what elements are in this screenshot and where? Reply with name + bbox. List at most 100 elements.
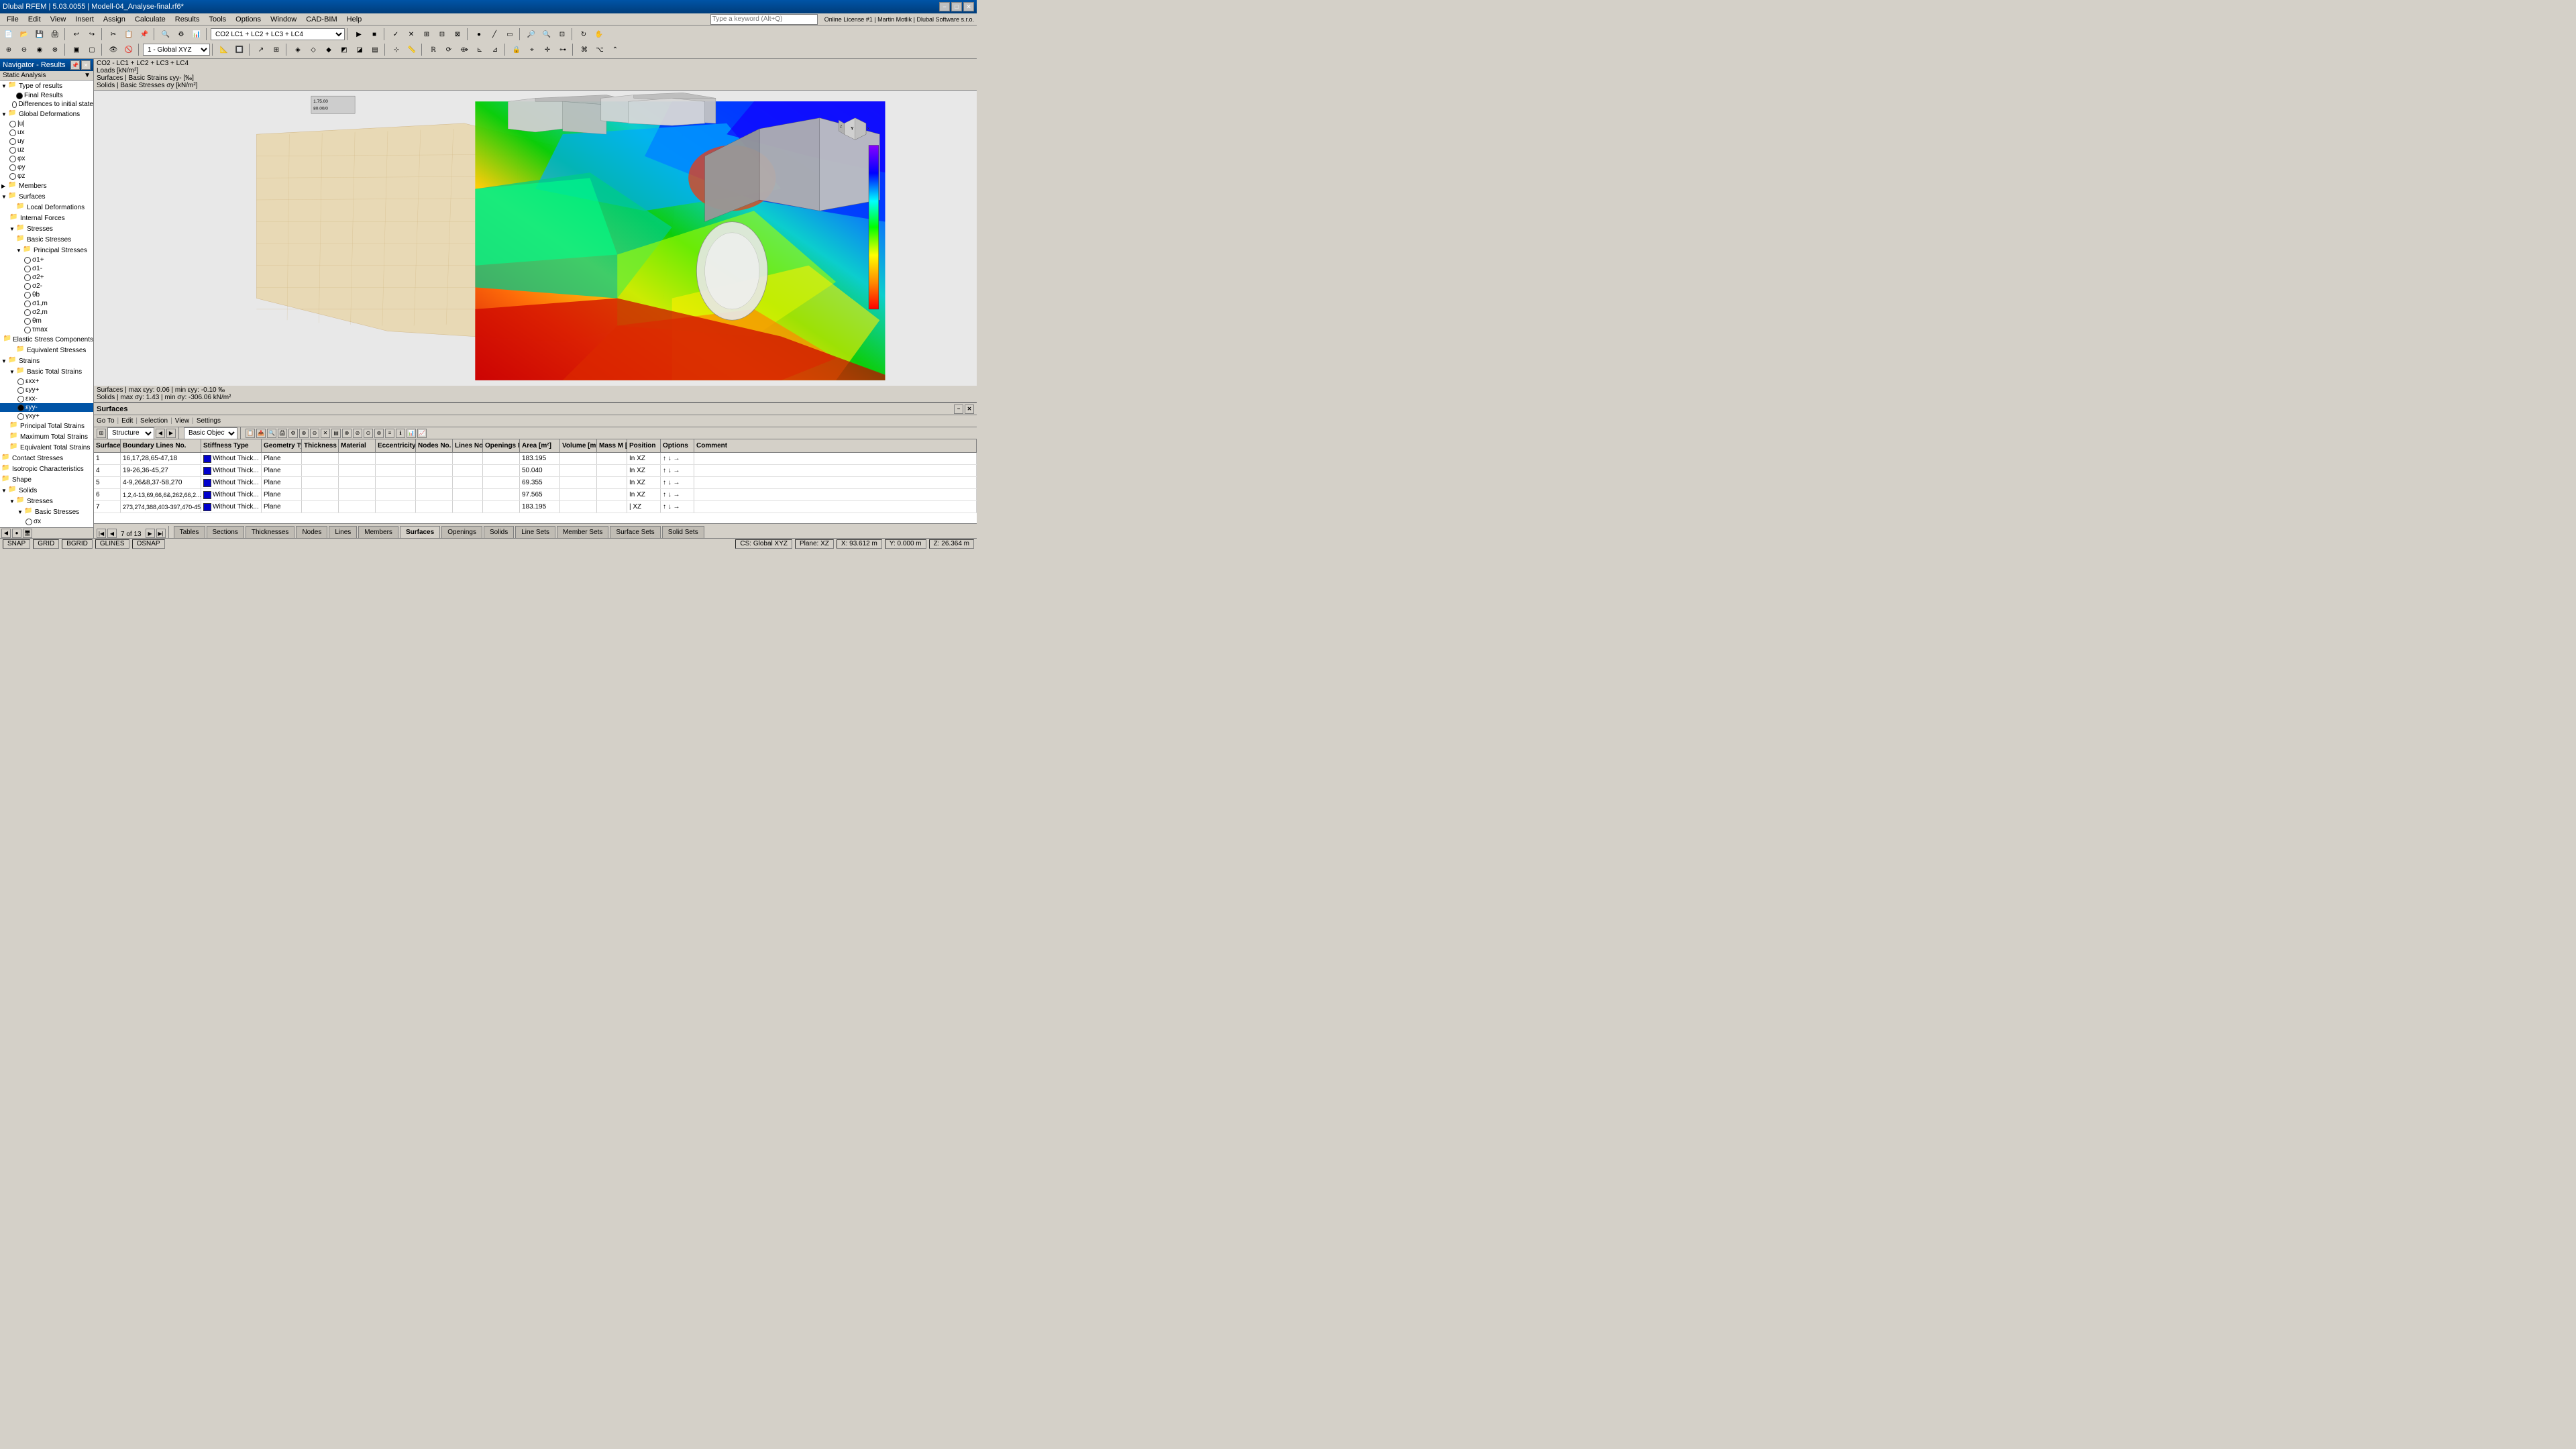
tb2-xyz-snap6[interactable]: ⌃ xyxy=(608,43,623,56)
results-tb-more10[interactable]: ℹ xyxy=(396,429,405,438)
keyword-search-input[interactable] xyxy=(710,14,818,25)
results-tb-more9[interactable]: ≡ xyxy=(385,429,394,438)
selection-label[interactable]: Selection xyxy=(140,417,168,425)
tb2-xyz-snap2[interactable]: ✛ xyxy=(540,43,555,56)
tab-line-sets[interactable]: Line Sets xyxy=(515,526,555,538)
results-tb-more4[interactable]: ▤ xyxy=(331,429,341,438)
tree-type-of-results[interactable]: ▼ 📁 Type of results xyxy=(0,80,93,91)
tb2-xyz-snap4[interactable]: ⌘ xyxy=(577,43,592,56)
tb-x[interactable]: ✕ xyxy=(404,28,419,41)
tb-stop[interactable]: ■ xyxy=(367,28,382,41)
status-osnap[interactable]: OSNAP xyxy=(132,539,165,549)
results-tb-nav-prev[interactable]: ◀ xyxy=(156,429,165,438)
tb2-btn4[interactable]: ⊗ xyxy=(48,43,62,56)
table-row[interactable]: 6 1,2,4-13,69,66,6&,262,66,2... Without … xyxy=(94,489,977,501)
tb2-result1[interactable]: ◈ xyxy=(290,43,305,56)
col-stiffness-type[interactable]: Stiffness Type xyxy=(201,439,262,452)
tree-isotropic[interactable]: 📁 Isotropic Characteristics xyxy=(0,464,93,474)
tb2-result4[interactable]: ◩ xyxy=(337,43,352,56)
tree-phi-z[interactable]: φz xyxy=(0,172,93,180)
tb2-result3[interactable]: ◆ xyxy=(321,43,336,56)
tree-sigma-x[interactable]: σx xyxy=(0,517,93,526)
table-row[interactable]: 5 4-9,26&8,37-58,270 Without Thick... Pl… xyxy=(94,477,977,489)
tree-equiv-stresses[interactable]: 📁 Equivalent Stresses xyxy=(0,345,93,356)
tree-phi-y[interactable]: φy xyxy=(0,163,93,172)
col-nodes-no[interactable]: Nodes No. xyxy=(416,439,453,452)
tree-exx-minus[interactable]: εxx- xyxy=(0,394,93,403)
tree-tau-max[interactable]: τmax xyxy=(0,325,93,334)
tb2-snap[interactable]: ⊹ xyxy=(389,43,404,56)
col-lines-no[interactable]: Lines No. xyxy=(453,439,483,452)
tb2-result2[interactable]: ◇ xyxy=(306,43,321,56)
tree-sigma1m[interactable]: σ1,m xyxy=(0,299,93,308)
tb-mode1[interactable]: ⊞ xyxy=(419,28,434,41)
tb-btn5[interactable]: 📌 xyxy=(137,28,152,41)
tb2-btn3[interactable]: ◉ xyxy=(32,43,47,56)
menu-cad-bim[interactable]: CAD-BIM xyxy=(302,15,341,24)
tree-solids[interactable]: ▼ 📁 Solids xyxy=(0,485,93,496)
tree-global-deformations[interactable]: ▼ 📁 Global Deformations xyxy=(0,109,93,119)
tree-principal-stresses[interactable]: ▼ 📁 Principal Stresses xyxy=(0,245,93,256)
tree-u[interactable]: |u| xyxy=(0,119,93,128)
tree-phi-x[interactable]: φx xyxy=(0,154,93,163)
tab-member-sets[interactable]: Member Sets xyxy=(557,526,608,538)
tb-btn4[interactable]: 📋 xyxy=(121,28,136,41)
tree-basic-stresses[interactable]: 📁 Basic Stresses xyxy=(0,234,93,245)
tb2-xyz-snap1[interactable]: ⌖ xyxy=(525,43,539,56)
nav-expand-icon[interactable]: ▼ xyxy=(84,72,91,79)
tab-nodes[interactable]: Nodes xyxy=(296,526,327,538)
results-tb-more1[interactable]: ⊕ xyxy=(299,429,309,438)
nav-close[interactable]: ✕ xyxy=(81,60,91,70)
tree-stresses[interactable]: ▼ 📁 Stresses xyxy=(0,223,93,234)
table-row[interactable]: 1 16,17,28,65-47,18 Without Thick... Pla… xyxy=(94,453,977,465)
tab-nav-prev[interactable]: ◀ xyxy=(107,529,117,538)
tree-contact-stresses[interactable]: 📁 Contact Stresses xyxy=(0,453,93,464)
col-geometry-type[interactable]: Geometry Type xyxy=(262,439,302,452)
tree-theta-m[interactable]: θm xyxy=(0,317,93,325)
results-minimize[interactable]: − xyxy=(954,405,963,414)
tb2-result6[interactable]: ▤ xyxy=(368,43,382,56)
tb2-r2[interactable]: ⟳ xyxy=(441,43,456,56)
results-tb-print2[interactable]: 🖨 xyxy=(278,429,287,438)
tb2-select-poly[interactable]: ▢ xyxy=(85,43,99,56)
goto-label[interactable]: Go To xyxy=(97,417,115,425)
col-options[interactable]: Options xyxy=(661,439,694,452)
tree-ux[interactable]: ux xyxy=(0,128,93,137)
col-thickness-no[interactable]: Thickness No. xyxy=(302,439,339,452)
results-tb-export[interactable]: 📤 xyxy=(256,429,266,438)
tb-mode3[interactable]: ⊠ xyxy=(450,28,465,41)
tab-tables[interactable]: Tables xyxy=(174,526,205,538)
menu-file[interactable]: File xyxy=(3,15,23,24)
col-mass[interactable]: Mass M [t] xyxy=(597,439,627,452)
tb-zoom-in[interactable]: 🔎 xyxy=(524,28,539,41)
tree-shape[interactable]: 📁 Shape xyxy=(0,474,93,485)
tree-strains[interactable]: ▼ 📁 Strains xyxy=(0,356,93,366)
tb-redo[interactable]: ↪ xyxy=(85,28,99,41)
radio-differences[interactable] xyxy=(12,101,17,108)
tb-zoom-out[interactable]: 🔍 xyxy=(539,28,554,41)
results-tb-copy[interactable]: 📋 xyxy=(246,429,255,438)
tb-line[interactable]: ╱ xyxy=(487,28,502,41)
col-position[interactable]: Position xyxy=(627,439,661,452)
tb-check[interactable]: ✓ xyxy=(388,28,403,41)
col-eccentricity[interactable]: Eccentricity No. xyxy=(376,439,416,452)
col-boundary-lines[interactable]: Boundary Lines No. xyxy=(121,439,201,452)
tab-nav-next[interactable]: ▶ xyxy=(146,529,155,538)
edit-label[interactable]: Edit xyxy=(121,417,133,425)
results-tb-more8[interactable]: ⊚ xyxy=(374,429,384,438)
tb-btn6[interactable]: 🔍 xyxy=(158,28,173,41)
tb-btn8[interactable]: 📊 xyxy=(189,28,204,41)
tb-surface[interactable]: ▭ xyxy=(502,28,517,41)
tb-pan[interactable]: ✋ xyxy=(592,28,606,41)
minimize-button[interactable]: − xyxy=(939,2,950,11)
tree-solids-stresses[interactable]: ▼ 📁 Stresses xyxy=(0,496,93,506)
tab-openings[interactable]: Openings xyxy=(441,526,482,538)
tree-sigma1-plus[interactable]: σ1+ xyxy=(0,256,93,264)
tree-uz[interactable]: uz xyxy=(0,146,93,154)
tb2-xyz-snap3[interactable]: ⊶ xyxy=(555,43,570,56)
tb-undo[interactable]: ↩ xyxy=(69,28,84,41)
results-tb-more3[interactable]: ✕ xyxy=(321,429,330,438)
tree-elastic-stress[interactable]: 📁 Elastic Stress Components xyxy=(0,334,93,345)
tree-members[interactable]: ▶ 📁 Members xyxy=(0,180,93,191)
menu-results[interactable]: Results xyxy=(171,15,204,24)
